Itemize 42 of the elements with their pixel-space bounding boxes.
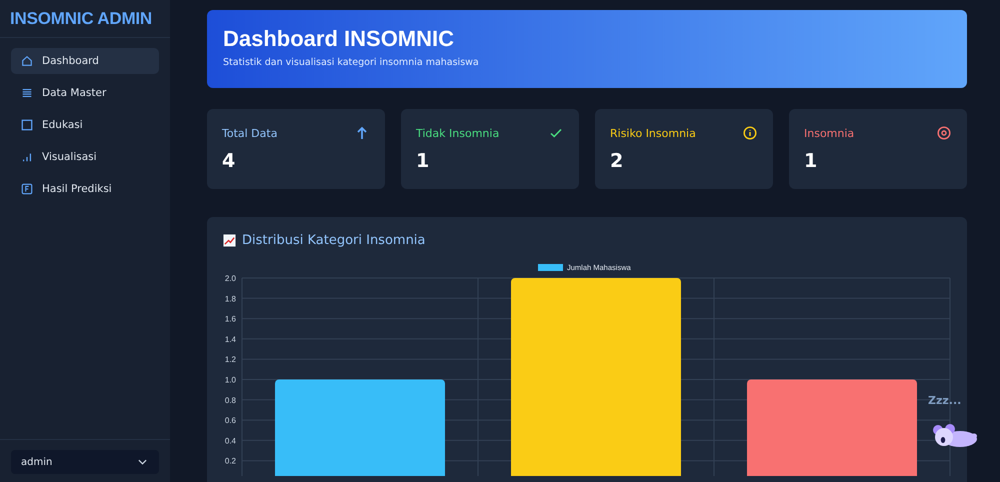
- sleep-caption: Zzz...: [928, 394, 962, 407]
- nav-item[interactable]: Visualisasi: [11, 144, 159, 170]
- nav-item[interactable]: Edukasi: [11, 112, 159, 138]
- y-tick-label: 0.8: [224, 396, 236, 405]
- bar-chart-icon: [21, 151, 33, 163]
- legend-swatch: [538, 264, 563, 271]
- y-tick-label: 1.0: [224, 376, 236, 384]
- chevron-down-icon: [138, 459, 147, 465]
- stat-value: 1: [416, 150, 430, 172]
- stat-value: 2: [610, 150, 624, 172]
- nav-item[interactable]: Dashboard: [11, 48, 159, 74]
- arrow-up-icon: [355, 126, 369, 140]
- check-icon: [549, 126, 563, 140]
- stat-label: Total Data: [222, 126, 278, 140]
- chart-trend-icon: [223, 234, 236, 247]
- document-icon: [21, 183, 33, 195]
- nav-item[interactable]: Data Master: [11, 80, 159, 106]
- user-select[interactable]: admin: [11, 450, 159, 474]
- app-logo: INSOMNIC ADMIN: [9, 8, 154, 30]
- y-tick-label: 0.2: [224, 456, 236, 466]
- y-tick-label: 0.6: [224, 416, 236, 426]
- y-tick-label: 1.8: [224, 294, 236, 304]
- stat-label: Tidak Insomnia: [416, 126, 500, 140]
- sleeping-koala-drawing: [930, 424, 980, 448]
- stat-label: Risiko Insomnia: [610, 126, 696, 140]
- y-tick-label: 2.0: [224, 274, 236, 283]
- page-title: Dashboard INSOMNIC: [223, 26, 456, 52]
- y-tick-label: 1.6: [224, 314, 236, 324]
- list-icon: [21, 87, 33, 99]
- info-icon: [743, 126, 757, 140]
- y-tick-label: 1.4: [224, 334, 236, 344]
- stat-value: 1: [804, 150, 818, 172]
- chart-title: Distribusi Kategori Insomnia: [242, 233, 426, 248]
- stat-value: 4: [222, 150, 236, 172]
- home-icon: [21, 55, 33, 67]
- y-tick-label: 0.4: [224, 436, 236, 446]
- square-icon: [21, 119, 33, 131]
- y-tick-label: 1.2: [224, 355, 236, 364]
- nav-item[interactable]: Hasil Prediksi: [11, 176, 159, 202]
- stat-label: Insomnia: [804, 126, 854, 140]
- target-icon: [937, 126, 951, 140]
- page-subtitle: Statistik dan visualisasi kategori insomnia mahasiswa: [223, 57, 480, 68]
